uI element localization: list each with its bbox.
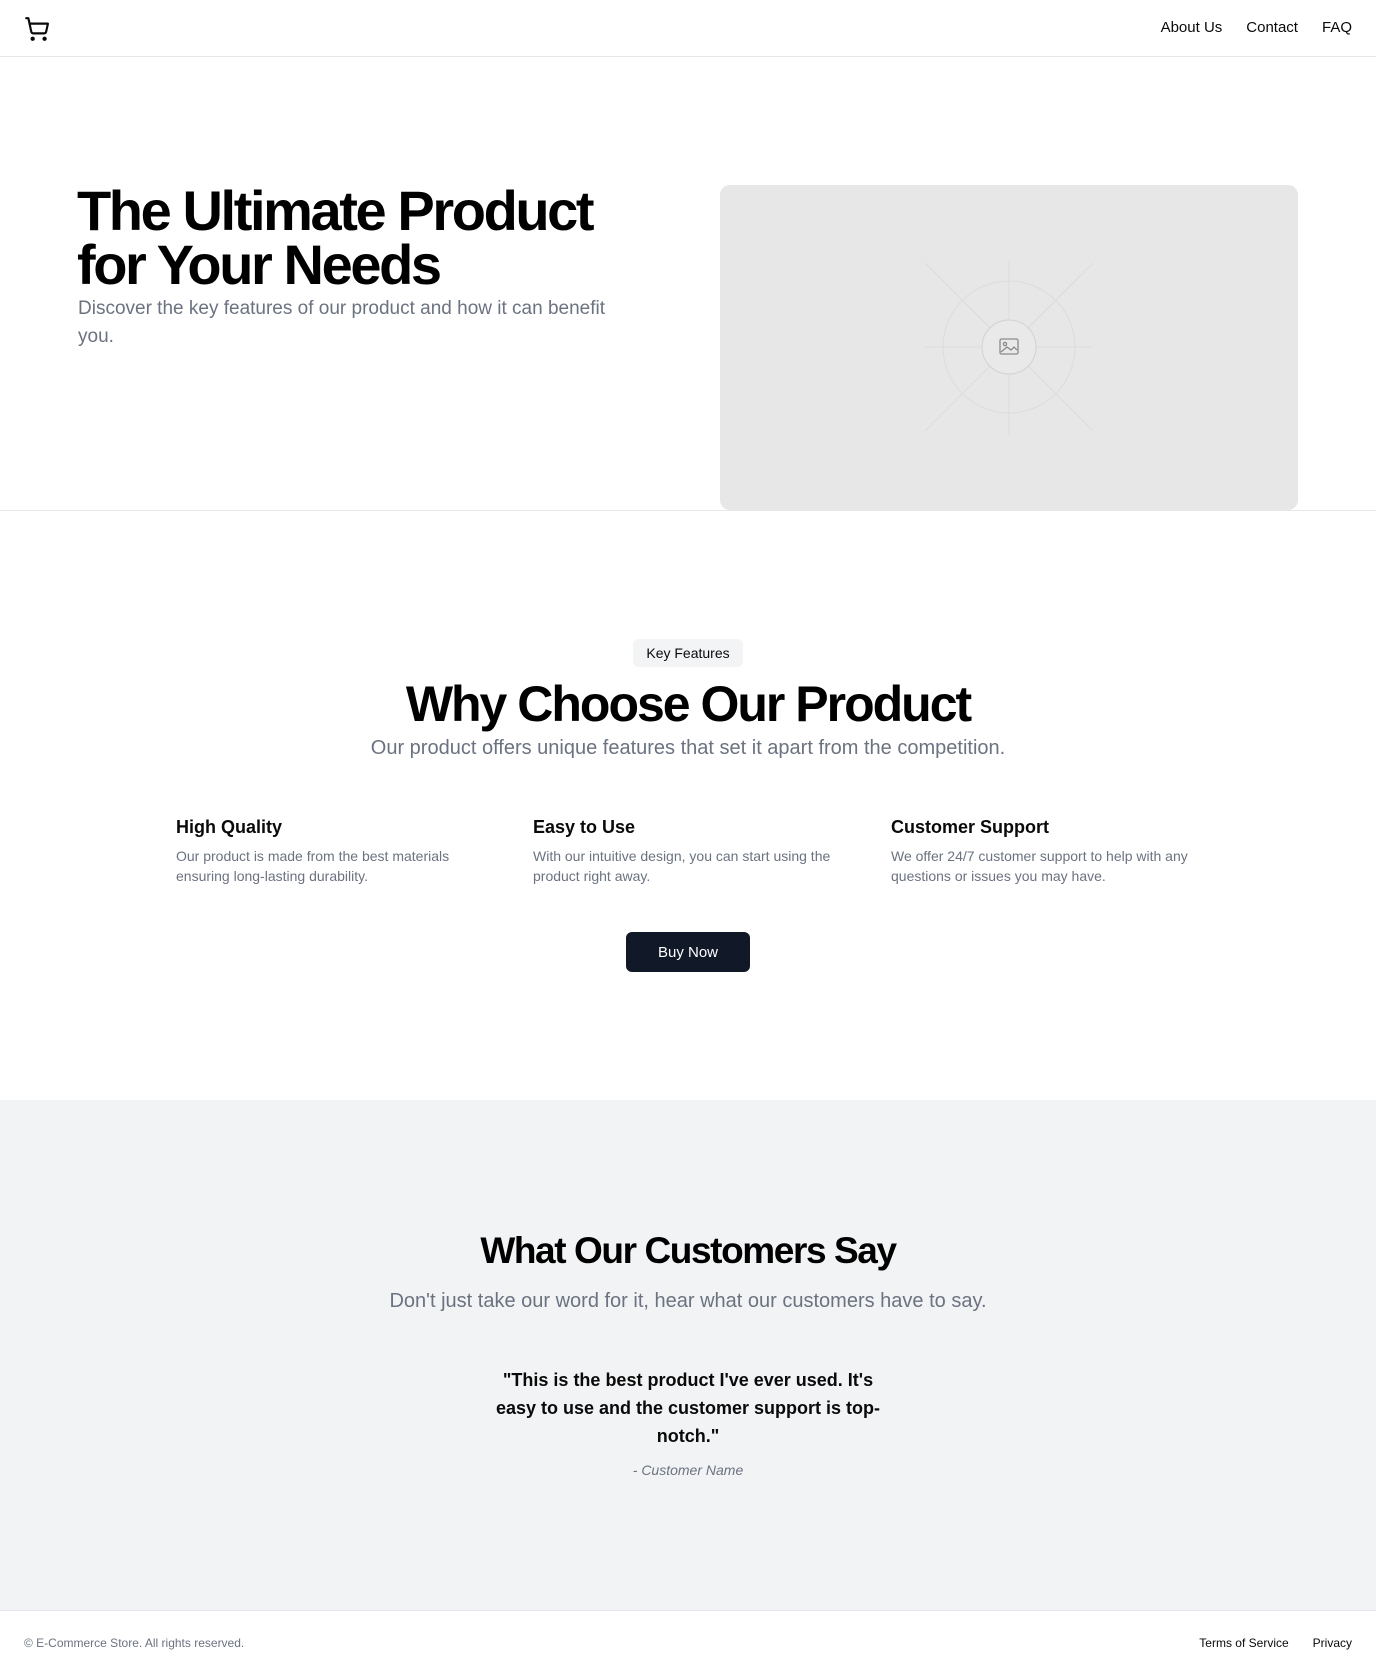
footer-link-privacy[interactable]: Privacy: [1313, 1634, 1352, 1652]
features-subtitle: Our product offers unique features that …: [370, 737, 1006, 759]
shopping-cart-icon: [25, 17, 50, 41]
feature-title: Customer Support: [891, 817, 1050, 837]
nav-about-us[interactable]: About Us: [1161, 17, 1223, 39]
feature-text: With our intuitive design, you can start…: [533, 848, 831, 884]
footer-link-terms[interactable]: Terms of Service: [1199, 1634, 1288, 1652]
testimonials-title: What Our Customers Say: [480, 1230, 897, 1271]
cart-link[interactable]: [24, 16, 50, 42]
features-title: Why Choose Our Product: [405, 676, 972, 732]
feature-card-easy-to-use: Easy to Use With our intuitive design, y…: [533, 814, 853, 886]
main-nav: About Us Contact FAQ: [1161, 17, 1352, 39]
site-footer: © E-Commerce Store. All rights reserved.…: [0, 1610, 1376, 1675]
copyright-text: © E-Commerce Store. All rights reserved.: [24, 1636, 245, 1650]
testimonial-quote: "This is the best product I've ever used…: [495, 1370, 881, 1446]
buy-now-button[interactable]: Buy Now: [626, 932, 750, 972]
feature-text: We offer 24/7 customer support to help w…: [891, 848, 1188, 884]
nav-faq[interactable]: FAQ: [1322, 17, 1352, 39]
features-section: Key Features Why Choose Our Product Our …: [0, 511, 1376, 1100]
testimonial-author: - Customer Name: [632, 1462, 744, 1478]
feature-card-customer-support: Customer Support We offer 24/7 customer …: [891, 814, 1211, 886]
testimonials-section: What Our Customers Say Don't just take o…: [0, 1100, 1376, 1610]
hero-image-placeholder: [720, 185, 1298, 510]
site-header: About Us Contact FAQ: [0, 0, 1376, 57]
footer-nav: Terms of Service Privacy: [1199, 1634, 1352, 1652]
testimonials-subtitle: Don't just take our word for it, hear wh…: [389, 1290, 987, 1312]
feature-card-high-quality: High Quality Our product is made from th…: [176, 814, 496, 886]
feature-title: High Quality: [176, 817, 283, 837]
feature-text: Our product is made from the best materi…: [176, 848, 450, 884]
hero-title: The Ultimate Product for Your Needs: [77, 179, 595, 296]
features-badge: Key Features: [633, 639, 743, 667]
image-placeholder-icon: [924, 260, 1094, 435]
hero-subtitle: Discover the key features of our product…: [78, 298, 606, 347]
feature-title: Easy to Use: [533, 817, 636, 837]
hero-section: The Ultimate Product for Your Needs Disc…: [0, 57, 1376, 511]
nav-contact[interactable]: Contact: [1246, 17, 1298, 39]
